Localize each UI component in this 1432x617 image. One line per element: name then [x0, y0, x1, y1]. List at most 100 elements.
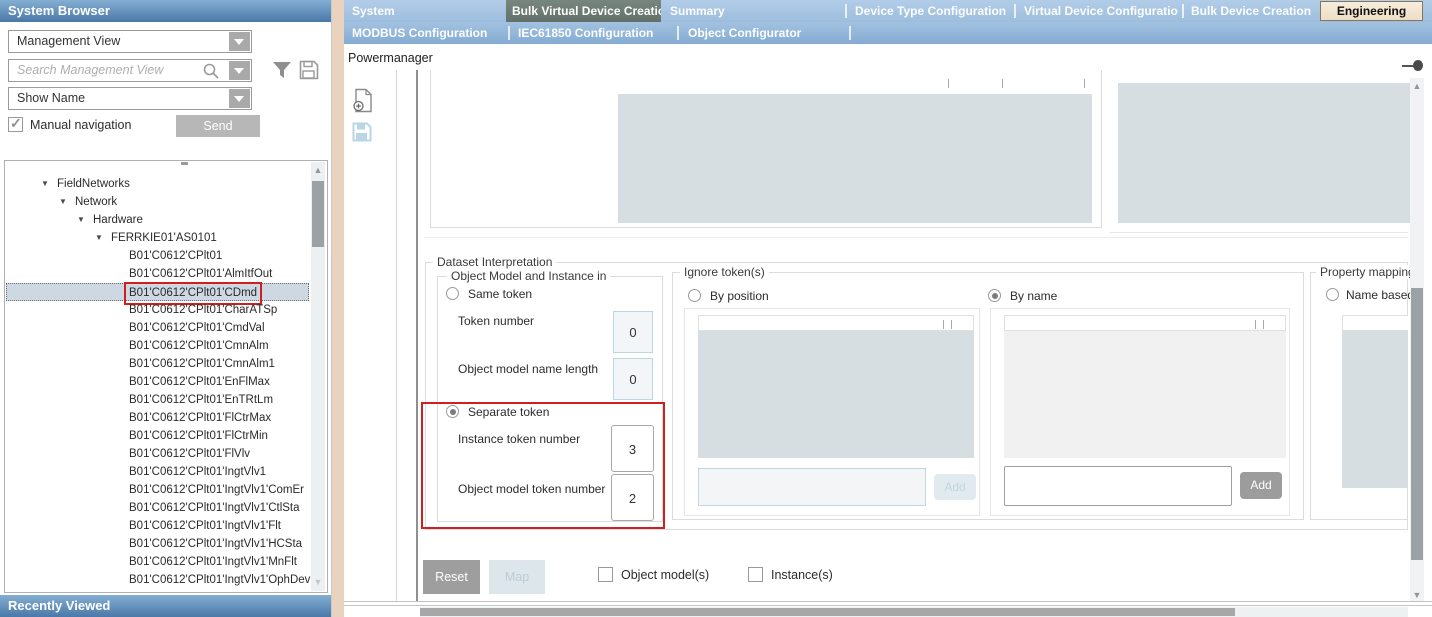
tree-expand-icon[interactable]: ▼: [77, 211, 85, 229]
pane-pin-icon-knob[interactable]: [1413, 60, 1423, 71]
tab-engineering[interactable]: Engineering: [1320, 1, 1423, 21]
tree-item[interactable]: ▼FieldNetworks: [5, 175, 327, 193]
by-position-add-button[interactable]: Add: [934, 474, 976, 500]
top-right-list-body[interactable]: [1118, 83, 1412, 223]
top-right-list-header: [1118, 72, 1412, 83]
by-name-add-button[interactable]: Add: [1240, 472, 1282, 499]
tree-item[interactable]: B01'C0612'CPlt01'IngtVlv1'ComEr: [5, 481, 327, 499]
new-document-icon[interactable]: [352, 88, 374, 114]
tab-separator: [845, 4, 847, 18]
recently-viewed-bar[interactable]: Recently Viewed: [0, 595, 331, 617]
tab-summary[interactable]: Summary: [661, 0, 841, 22]
column-divider: [948, 79, 949, 88]
by-position-radio[interactable]: [688, 289, 701, 302]
main-horizontal-scrollbar-thumb[interactable]: [420, 608, 1235, 616]
search-input[interactable]: Search Management View: [8, 59, 252, 82]
tree-item[interactable]: B01'C0612'CPlt01'EnTRtLm: [5, 391, 327, 409]
object-model-group-title: Object Model and Instance in: [447, 269, 610, 283]
send-button[interactable]: Send: [176, 115, 260, 137]
tree-item[interactable]: B01'C0612'CPlt01'IngtVlv1: [5, 463, 327, 481]
tab-device-type-configuration[interactable]: Device Type Configuration: [849, 0, 1011, 22]
tree-item[interactable]: B01'C0612'CPlt01'CmnAlm: [5, 337, 327, 355]
save-filter-icon[interactable]: [299, 60, 319, 80]
same-token-radio[interactable]: [446, 287, 459, 300]
manual-navigation-checkbox[interactable]: ✓: [8, 117, 23, 132]
tab-system[interactable]: System: [344, 0, 502, 22]
by-position-list-header: [698, 315, 974, 331]
by-position-list[interactable]: [698, 331, 974, 458]
tree-item[interactable]: B01'C0612'CPlt01'FlCtrMax: [5, 409, 327, 427]
token-number-spinner[interactable]: 0: [613, 311, 653, 353]
tab-separator: [677, 26, 679, 40]
tab-separator: [1014, 4, 1016, 18]
tree-item[interactable]: B01'C0612'CPlt01'CmnAlm1: [5, 355, 327, 373]
tree-item[interactable]: B01'C0612'CPlt01'FlCtrMin: [5, 427, 327, 445]
tab-iec61850-configuration[interactable]: IEC61850 Configuration: [512, 22, 674, 44]
tree-item[interactable]: B01'C0612'CPlt01'IngtVlv1'Flt: [5, 517, 327, 535]
tree-item-label: Network: [75, 193, 117, 211]
tab-object-configurator[interactable]: Object Configurator: [681, 22, 845, 44]
reset-button[interactable]: Reset: [423, 560, 480, 594]
tree-item[interactable]: B01'C0612'CPlt01'FlVlv: [5, 445, 327, 463]
tree-item[interactable]: B01'C0612'CPlt01'IngtVlv1'OphDev: [5, 571, 327, 589]
pane-splitter[interactable]: [396, 70, 397, 602]
map-button[interactable]: Map: [489, 560, 545, 594]
tab-separator: [508, 26, 510, 40]
name-based-radio[interactable]: [1326, 288, 1339, 301]
property-mapping-title: Property mapping: [1316, 265, 1419, 279]
tree-scrollbar-thumb[interactable]: [312, 181, 324, 247]
tree-item[interactable]: B01'C0612'CPlt01'IngtVlv1'HCSta: [5, 535, 327, 553]
filter-icon[interactable]: [272, 60, 292, 80]
save-icon[interactable]: [352, 122, 372, 142]
chevron-down-icon[interactable]: [229, 61, 250, 80]
main-vertical-scrollbar-thumb[interactable]: [1411, 288, 1423, 560]
tab-virtual-device-configuratio[interactable]: Virtual Device Configuratio: [1018, 0, 1181, 22]
search-placeholder: Search Management View: [17, 63, 163, 77]
tab-modbus-configuration[interactable]: MODBUS Configuration: [344, 22, 504, 44]
tree-item[interactable]: B01'C0612'CPlt01'IngtVlv1'MnFlt: [5, 553, 327, 571]
tree-expand-icon[interactable]: ▼: [41, 175, 49, 193]
chevron-down-icon[interactable]: [229, 32, 250, 51]
tree-item[interactable]: B01'C0612'CPlt01'AlmItfOut: [5, 265, 327, 283]
property-mapping-list[interactable]: [1342, 331, 1408, 488]
tree-item-selected[interactable]: B01'C0612'CPlt01'CDmd: [6, 283, 309, 301]
tree-item-label: B01'C0612'CPlt01'CmnAlm: [129, 337, 269, 355]
by-position-input[interactable]: [698, 468, 926, 506]
top-group-right-border: [1101, 70, 1102, 228]
dataset-interpretation-title: Dataset Interpretation: [433, 255, 556, 269]
tree-item[interactable]: B01'C0612'CPlt01'IngtVlv1'CtlSta: [5, 499, 327, 517]
by-name-input[interactable]: [1004, 466, 1232, 506]
scroll-down-icon[interactable]: ▼: [311, 577, 325, 587]
scroll-up-icon[interactable]: ▲: [1410, 81, 1424, 91]
tree-item-label: FERRKIE01'AS0101: [111, 229, 217, 247]
tree-expand-icon[interactable]: ▼: [59, 193, 67, 211]
object-model-name-length-spinner[interactable]: 0: [613, 358, 653, 400]
scroll-up-icon[interactable]: ▲: [311, 165, 325, 175]
instances-checkbox[interactable]: [748, 567, 763, 582]
instance-token-number-label: Instance token number: [458, 432, 580, 446]
tree-item[interactable]: B01'C0612'CPlt01'CharATSp: [5, 301, 327, 319]
separate-token-radio[interactable]: [446, 405, 459, 418]
scroll-down-icon[interactable]: ▼: [1410, 590, 1424, 600]
tree-item[interactable]: ▼Hardware: [5, 211, 327, 229]
search-icon[interactable]: [202, 62, 220, 80]
tree-item-label: B01'C0612'CPlt01'EnFlMax: [129, 373, 270, 391]
by-name-radio[interactable]: [988, 289, 1001, 302]
top-list-body[interactable]: [618, 94, 1092, 223]
tree-item[interactable]: B01'C0612'CPlt01'CmdVal: [5, 319, 327, 337]
tree-item[interactable]: ▼ Network: [5, 193, 327, 211]
tree-item[interactable]: B01'C0612'CPlt01'EnFlMax: [5, 373, 327, 391]
by-name-list[interactable]: [1004, 331, 1286, 458]
tab-bulk-device-creation[interactable]: Bulk Device Creation: [1186, 0, 1316, 22]
tree-item[interactable]: B01'C0612'CPlt01: [5, 247, 327, 265]
instance-token-number-input[interactable]: 3: [611, 425, 654, 472]
display-mode-dropdown[interactable]: Show Name: [8, 87, 252, 110]
tree-expand-icon[interactable]: ▼: [95, 229, 103, 247]
pane-splitter-handle[interactable]: [416, 70, 418, 602]
object-model-token-number-input[interactable]: 2: [611, 474, 654, 521]
chevron-down-icon[interactable]: [229, 89, 250, 108]
object-models-checkbox[interactable]: [598, 567, 613, 582]
view-selector-dropdown[interactable]: Management View: [8, 30, 252, 53]
tree-item[interactable]: ▼ FERRKIE01'AS0101: [5, 229, 327, 247]
tab-bulk-virtual-device-creation[interactable]: Bulk Virtual Device Creation: [506, 0, 661, 22]
